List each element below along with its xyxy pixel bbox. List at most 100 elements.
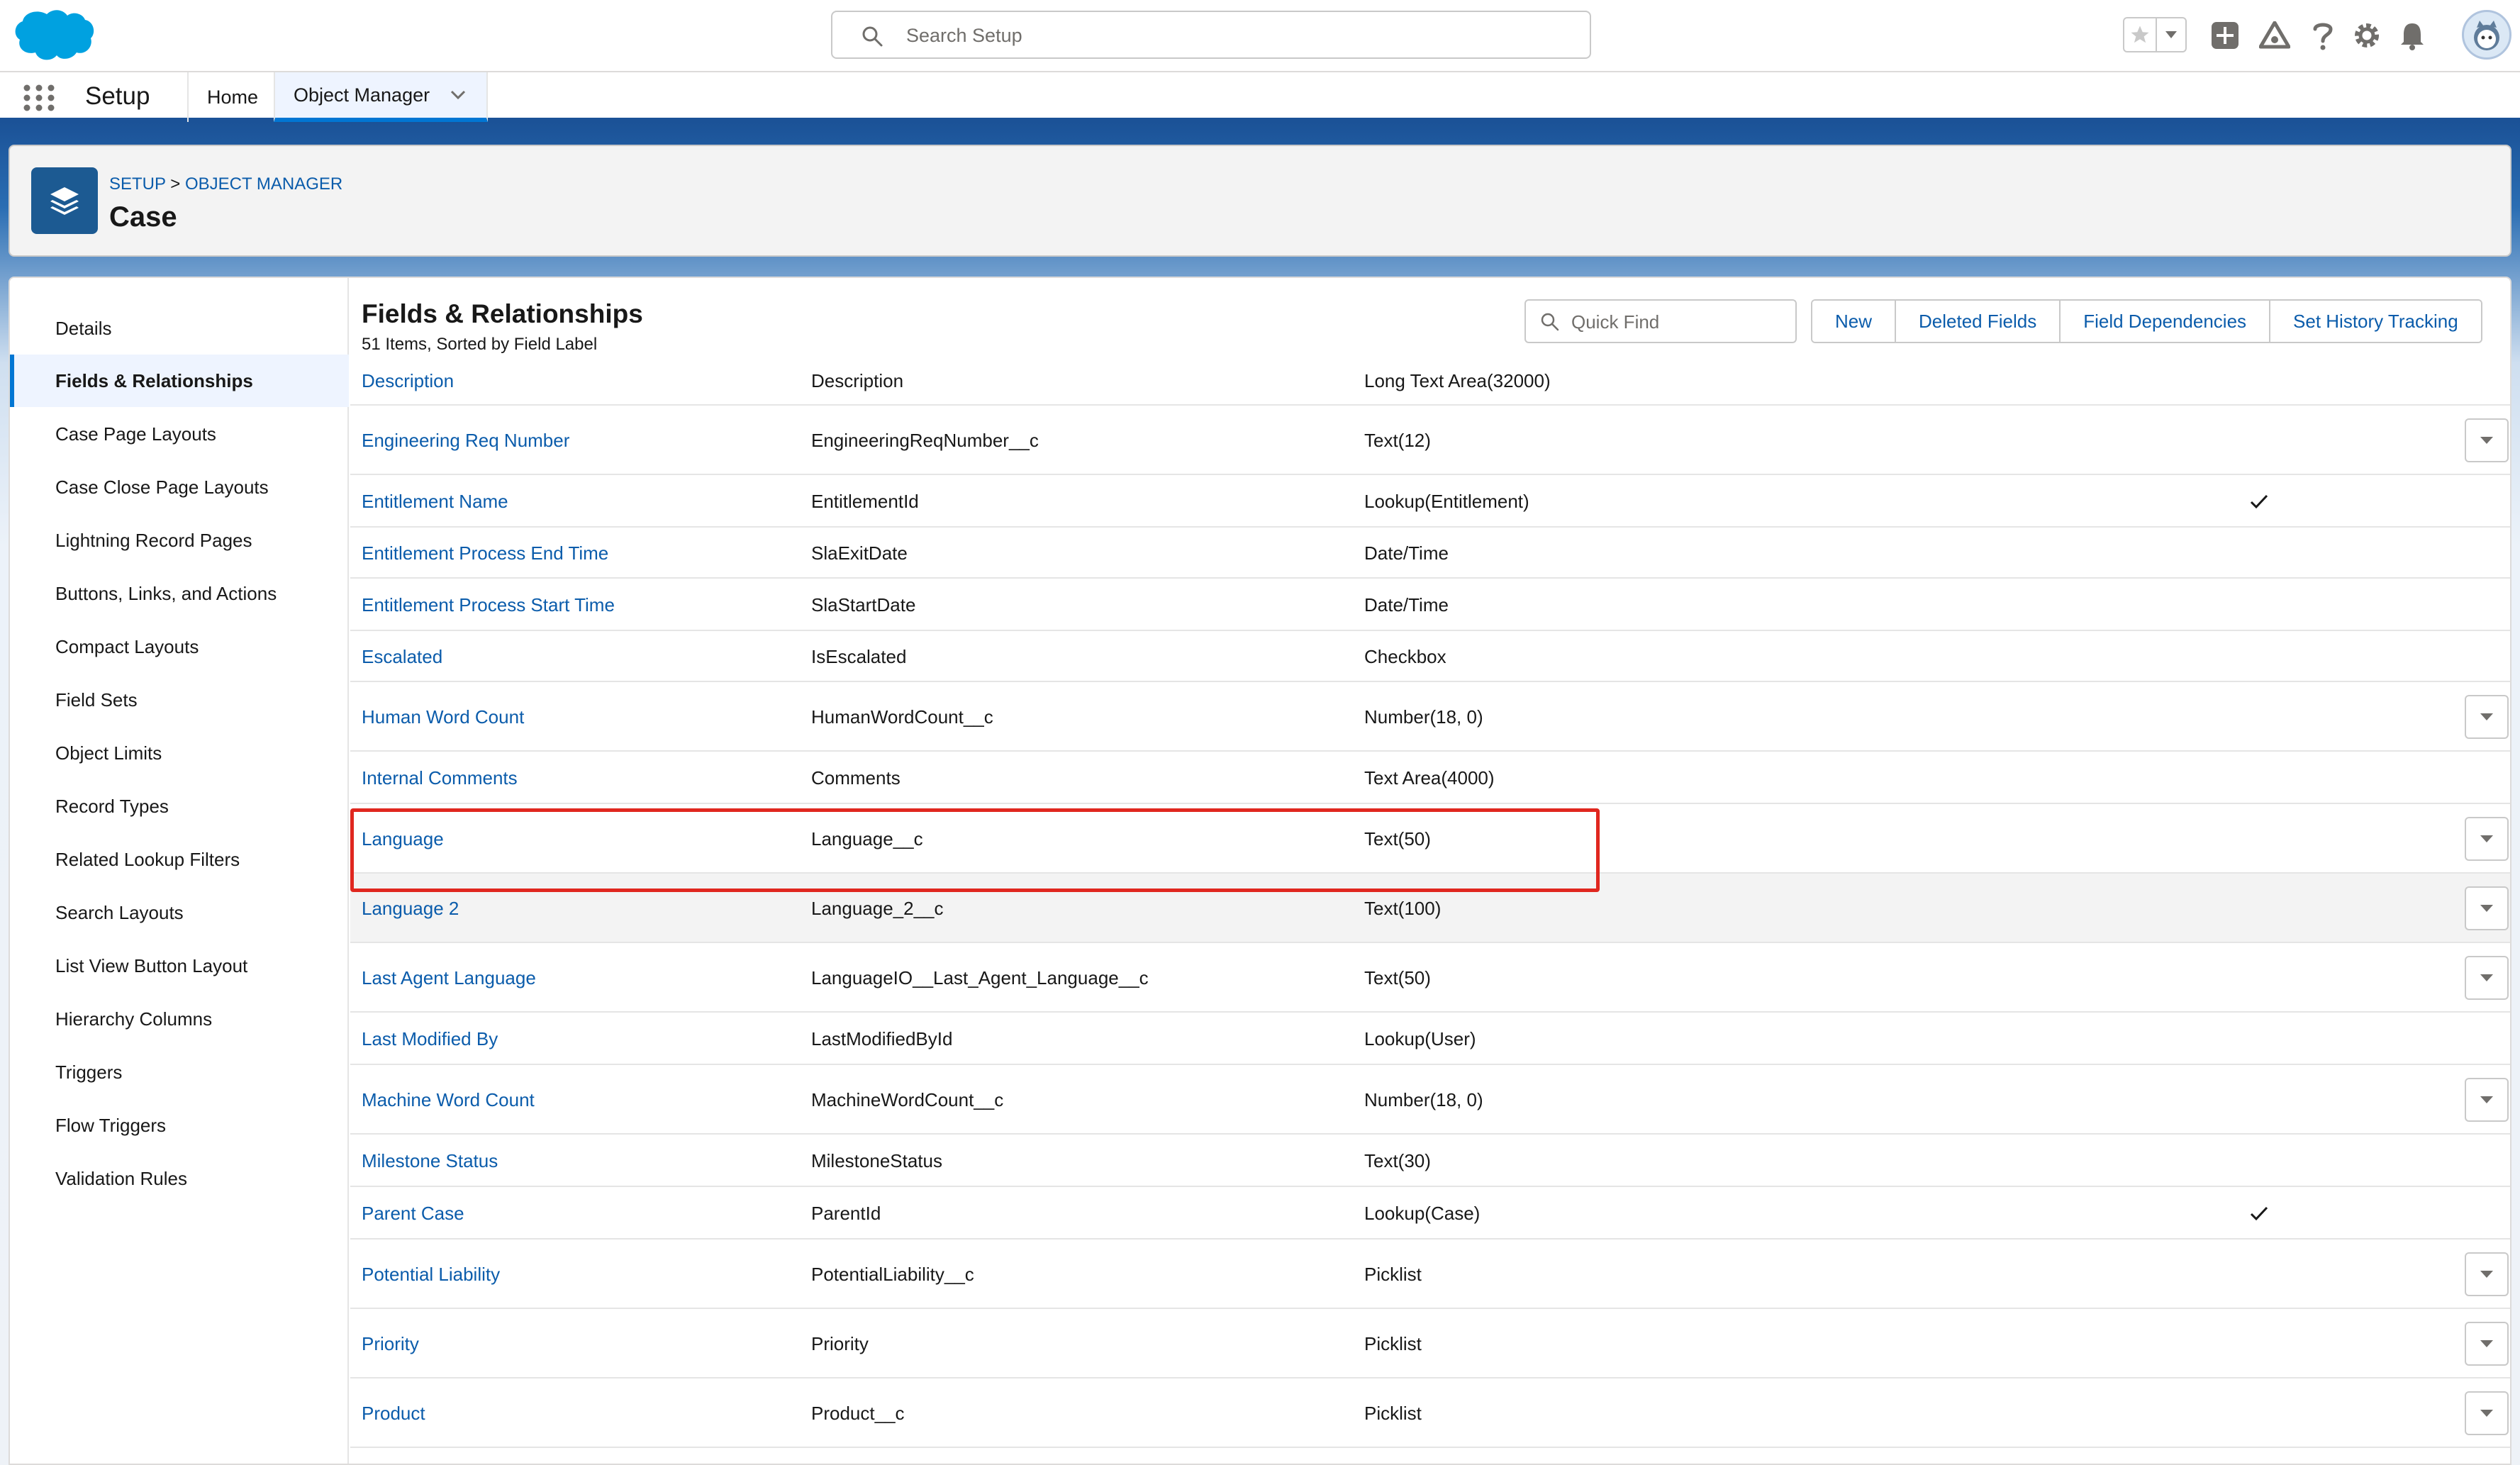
sidebar-item-label: List View Button Layout: [55, 954, 248, 976]
field-label-link[interactable]: Description: [362, 370, 454, 392]
deleted-fields-button[interactable]: Deleted Fields: [1896, 301, 2061, 342]
sidebar-item-details[interactable]: Details: [10, 302, 349, 355]
row-actions-dropdown[interactable]: [2465, 886, 2509, 930]
field-label-link[interactable]: Entitlement Process Start Time: [362, 594, 615, 616]
breadcrumb-setup-link[interactable]: SETUP: [109, 174, 166, 194]
field-label-link[interactable]: Parent Case: [362, 1203, 464, 1225]
row-actions-dropdown[interactable]: [2465, 1322, 2509, 1366]
notifications-bell-icon[interactable]: [2394, 17, 2431, 54]
field-api-name: Language_2__c: [811, 898, 944, 919]
sidebar-item-label: Search Layouts: [55, 901, 184, 923]
help-icon[interactable]: [2304, 17, 2341, 54]
row-actions-dropdown[interactable]: [2465, 695, 2509, 739]
sidebar-item-fields-relationships[interactable]: Fields & Relationships: [10, 355, 349, 407]
sidebar-item-label: Validation Rules: [55, 1167, 187, 1189]
field-label-link[interactable]: Internal Comments: [362, 767, 518, 789]
favorites-star-icon[interactable]: [2124, 18, 2157, 51]
sidebar-item-field-sets[interactable]: Field Sets: [10, 674, 349, 726]
table-row: Product Product__c Picklist: [350, 1378, 2510, 1448]
field-label-link[interactable]: Language 2: [362, 898, 459, 920]
field-label-link[interactable]: Last Modified By: [362, 1028, 498, 1050]
field-label-link[interactable]: Entitlement Process End Time: [362, 542, 608, 564]
row-actions-dropdown[interactable]: [2465, 1078, 2509, 1122]
sidebar-item-lightning-record-pages[interactable]: Lightning Record Pages: [10, 514, 349, 567]
table-row: Internal Comments Comments Text Area(4000): [350, 752, 2510, 804]
field-label-link[interactable]: Last Agent Language: [362, 967, 536, 989]
field-label-link[interactable]: Priority: [362, 1333, 419, 1355]
tab-home-label: Home: [207, 86, 259, 108]
field-api-name: LastModifiedById: [811, 1028, 953, 1049]
field-label-link[interactable]: Entitlement Name: [362, 491, 508, 513]
setup-search-box[interactable]: [831, 11, 1591, 59]
new-button[interactable]: New: [1812, 301, 1897, 342]
table-row: Potential Liability PotentialLiability__c…: [350, 1240, 2510, 1309]
tab-object-manager[interactable]: Object Manager: [274, 72, 488, 122]
sidebar-item-list-view-button-layout[interactable]: List View Button Layout: [10, 940, 349, 992]
field-label-link[interactable]: Engineering Req Number: [362, 430, 569, 452]
setup-search-input[interactable]: [906, 19, 1544, 52]
search-icon: [862, 26, 883, 47]
sidebar-item-label: Buttons, Links, and Actions: [55, 582, 277, 604]
row-actions-dropdown[interactable]: [2465, 956, 2509, 1000]
header-utility-icons: [2123, 10, 2520, 61]
sidebar-item-case-page-layouts[interactable]: Case Page Layouts: [10, 408, 349, 460]
app-launcher-icon[interactable]: [21, 84, 57, 112]
field-data-type: Lookup(User): [1364, 1028, 1476, 1049]
sidebar-item-case-close-page-layouts[interactable]: Case Close Page Layouts: [10, 461, 349, 513]
field-data-type: Lookup(Entitlement): [1364, 491, 1529, 512]
field-label-link[interactable]: Escalated: [362, 646, 442, 668]
setup-gear-icon[interactable]: [2348, 17, 2385, 54]
field-label-link[interactable]: Product: [362, 1403, 425, 1425]
trailhead-icon[interactable]: [2256, 17, 2293, 54]
chevron-down-icon: [2480, 1410, 2493, 1417]
field-data-type: Text(100): [1364, 898, 1442, 919]
quick-find-input[interactable]: [1571, 306, 1784, 338]
sidebar-item-label: Lightning Record Pages: [55, 529, 252, 551]
field-data-type: Picklist: [1364, 1333, 1422, 1354]
sidebar-item-search-layouts[interactable]: Search Layouts: [10, 886, 349, 939]
sidebar-item-record-types[interactable]: Record Types: [10, 780, 349, 832]
field-label-link[interactable]: Language: [362, 828, 444, 850]
row-actions-dropdown[interactable]: [2465, 1252, 2509, 1296]
quick-find-box[interactable]: [1524, 299, 1797, 343]
table-row: Priority Priority Picklist: [350, 1309, 2510, 1378]
global-add-icon[interactable]: [2207, 17, 2243, 54]
app-name: Setup: [85, 82, 150, 110]
sidebar-item-object-limits[interactable]: Object Limits: [10, 727, 349, 779]
sidebar-item-flow-triggers[interactable]: Flow Triggers: [10, 1099, 349, 1152]
field-label-link[interactable]: Human Word Count: [362, 706, 524, 728]
field-dependencies-button[interactable]: Field Dependencies: [2061, 301, 2271, 342]
sidebar-item-validation-rules[interactable]: Validation Rules: [10, 1152, 349, 1205]
field-label-link[interactable]: Milestone Status: [362, 1150, 498, 1172]
sidebar-item-label: Hierarchy Columns: [55, 1008, 213, 1030]
table-row: Human Word Count HumanWordCount__c Number(…: [350, 682, 2510, 752]
chevron-down-icon: [2480, 835, 2493, 842]
sidebar-item-label: Triggers: [55, 1061, 123, 1083]
field-label-link[interactable]: Machine Word Count: [362, 1089, 535, 1111]
table-row: Escalated IsEscalated Checkbox: [350, 631, 2510, 682]
sidebar-item-label: Object Limits: [55, 742, 162, 764]
context-bar: Setup Home Object Manager: [0, 72, 2520, 122]
tab-home[interactable]: Home: [187, 72, 277, 122]
sidebar-item-label: Flow Triggers: [55, 1114, 167, 1136]
row-actions-dropdown[interactable]: [2465, 418, 2509, 462]
salesforce-logo[interactable]: [11, 7, 96, 64]
field-api-name: EngineeringReqNumber__c: [811, 430, 1039, 451]
sidebar-item-hierarchy-columns[interactable]: Hierarchy Columns: [10, 993, 349, 1045]
favorites-dropdown-icon[interactable]: [2157, 18, 2185, 51]
sidebar-item-buttons-links-actions[interactable]: Buttons, Links, and Actions: [10, 567, 349, 620]
set-history-tracking-button[interactable]: Set History Tracking: [2270, 301, 2481, 342]
chevron-down-icon[interactable]: [450, 89, 467, 101]
field-data-type: Text(30): [1364, 1150, 1431, 1171]
breadcrumb-object-manager-link[interactable]: OBJECT MANAGER: [185, 174, 342, 194]
sidebar-item-compact-layouts[interactable]: Compact Layouts: [10, 620, 349, 673]
row-actions-dropdown[interactable]: [2465, 1391, 2509, 1435]
sidebar-item-triggers[interactable]: Triggers: [10, 1046, 349, 1098]
user-avatar[interactable]: [2462, 10, 2511, 60]
sidebar-item-related-lookup-filters[interactable]: Related Lookup Filters: [10, 833, 349, 886]
chevron-down-icon: [2480, 437, 2493, 444]
field-label-link[interactable]: Potential Liability: [362, 1264, 500, 1286]
table-row: Description Description Long Text Area(320…: [350, 356, 2510, 406]
row-actions-dropdown[interactable]: [2465, 817, 2509, 861]
favorites-group[interactable]: [2123, 17, 2187, 52]
